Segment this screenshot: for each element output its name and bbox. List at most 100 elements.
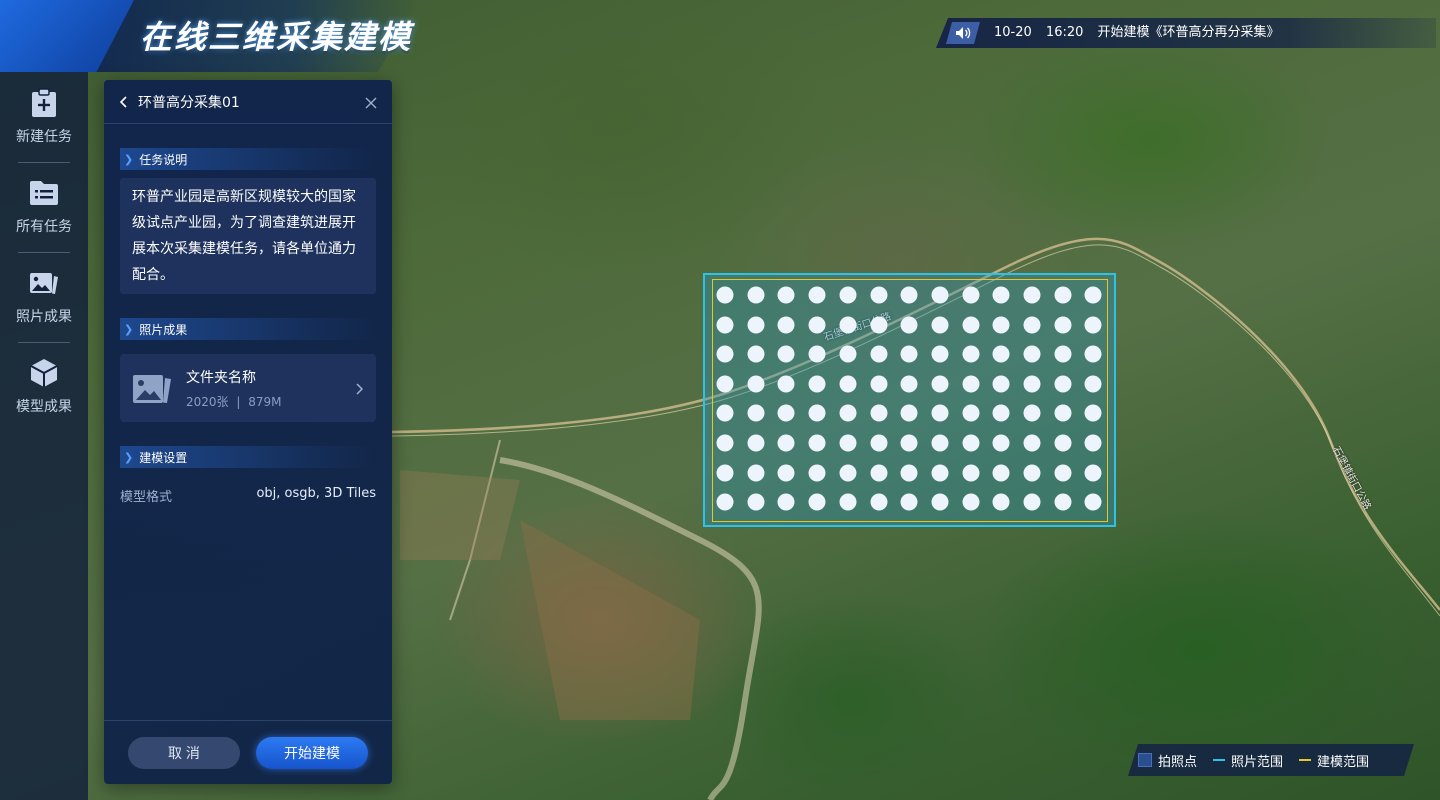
photo-point[interactable] [716,404,734,422]
photo-point[interactable] [716,316,734,334]
photo-point[interactable] [1023,286,1041,304]
sidebar-item-photo-results[interactable]: 照片成果 [0,252,88,342]
photo-point[interactable] [962,434,980,452]
photo-point[interactable] [870,316,887,334]
photo-point[interactable] [1084,286,1102,304]
photo-point[interactable] [1054,375,1072,393]
photo-point[interactable] [1054,404,1072,422]
photo-point[interactable] [992,316,1010,334]
photo-point[interactable] [931,345,949,363]
photo-point[interactable] [992,404,1010,422]
photo-point[interactable] [992,375,1010,393]
photo-point[interactable] [870,464,887,482]
photo-point[interactable] [839,404,857,422]
photo-point[interactable] [962,493,980,511]
photo-point[interactable] [1054,434,1072,452]
photo-point[interactable] [1023,493,1041,511]
photo-point[interactable] [900,345,918,363]
photo-point[interactable] [777,464,795,482]
photo-point[interactable] [716,493,734,511]
photo-point[interactable] [716,464,734,482]
photo-point[interactable] [992,286,1010,304]
photo-point[interactable] [747,404,765,422]
photo-point[interactable] [747,464,765,482]
photo-point[interactable] [777,316,795,334]
photo-point[interactable] [1023,316,1041,334]
photo-point[interactable] [962,375,980,393]
photo-point[interactable] [962,316,980,334]
photo-point[interactable] [1084,375,1102,393]
photo-point[interactable] [777,493,795,511]
photo-point[interactable] [1084,434,1102,452]
photo-point[interactable] [839,345,857,363]
photo-point[interactable] [716,286,734,304]
photo-point[interactable] [1054,464,1072,482]
photo-point[interactable] [716,345,734,363]
photo-point[interactable] [900,404,918,422]
photo-point[interactable] [808,316,826,334]
photo-point[interactable] [839,375,857,393]
photo-folder-card[interactable]: 文件夹名称 2020张 | 879M [120,354,376,422]
photo-point[interactable] [747,286,765,304]
photo-point[interactable] [747,493,765,511]
photo-point[interactable] [870,375,887,393]
photo-point[interactable] [1023,464,1041,482]
photo-point[interactable] [1023,375,1041,393]
photo-point[interactable] [747,375,765,393]
photo-point[interactable] [808,286,826,304]
photo-point[interactable] [777,345,795,363]
sidebar-item-new-task[interactable]: 新建任务 [0,72,88,162]
photo-point[interactable] [808,464,826,482]
photo-point[interactable] [870,345,887,363]
photo-point[interactable] [1084,464,1102,482]
photo-point[interactable] [931,464,949,482]
photo-point[interactable] [808,345,826,363]
photo-point[interactable] [962,345,980,363]
photo-point[interactable] [747,345,765,363]
photo-point[interactable] [992,434,1010,452]
photo-point[interactable] [931,434,949,452]
photo-point[interactable] [777,375,795,393]
photo-point[interactable] [931,286,949,304]
sidebar-item-all-tasks[interactable]: 所有任务 [0,162,88,252]
photo-point[interactable] [808,434,826,452]
photo-point[interactable] [1084,345,1102,363]
photo-point[interactable] [870,404,887,422]
photo-point[interactable] [716,375,734,393]
photo-point[interactable] [962,286,980,304]
photo-point[interactable] [1054,316,1072,334]
photo-point[interactable] [992,345,1010,363]
photo-point[interactable] [900,375,918,393]
photo-point[interactable] [870,434,887,452]
photo-point[interactable] [777,434,795,452]
photo-point[interactable] [870,286,887,304]
photo-point[interactable] [1023,404,1041,422]
photo-point[interactable] [839,464,857,482]
photo-point[interactable] [992,493,1010,511]
photo-point[interactable] [808,404,826,422]
photo-point[interactable] [1023,434,1041,452]
photo-point[interactable] [931,493,949,511]
photo-point[interactable] [1084,493,1102,511]
close-icon[interactable] [364,95,378,109]
photo-point[interactable] [747,316,765,334]
photo-point[interactable] [900,434,918,452]
photo-point[interactable] [900,493,918,511]
photo-point[interactable] [992,464,1010,482]
photo-point[interactable] [900,286,918,304]
photo-point[interactable] [1054,493,1072,511]
photo-point[interactable] [900,464,918,482]
start-modeling-button[interactable]: 开始建模 [256,736,368,769]
photo-point[interactable] [1023,345,1041,363]
photo-point[interactable] [777,286,795,304]
photo-point[interactable] [931,316,949,334]
photo-point[interactable] [839,316,857,334]
back-arrow-icon[interactable] [116,94,132,110]
sidebar-item-model-results[interactable]: 模型成果 [0,342,88,432]
photo-point[interactable] [1084,316,1102,334]
photo-point[interactable] [900,316,918,334]
photo-point[interactable] [808,493,826,511]
photo-point[interactable] [839,434,857,452]
photo-point[interactable] [870,493,887,511]
photo-point[interactable] [839,286,857,304]
